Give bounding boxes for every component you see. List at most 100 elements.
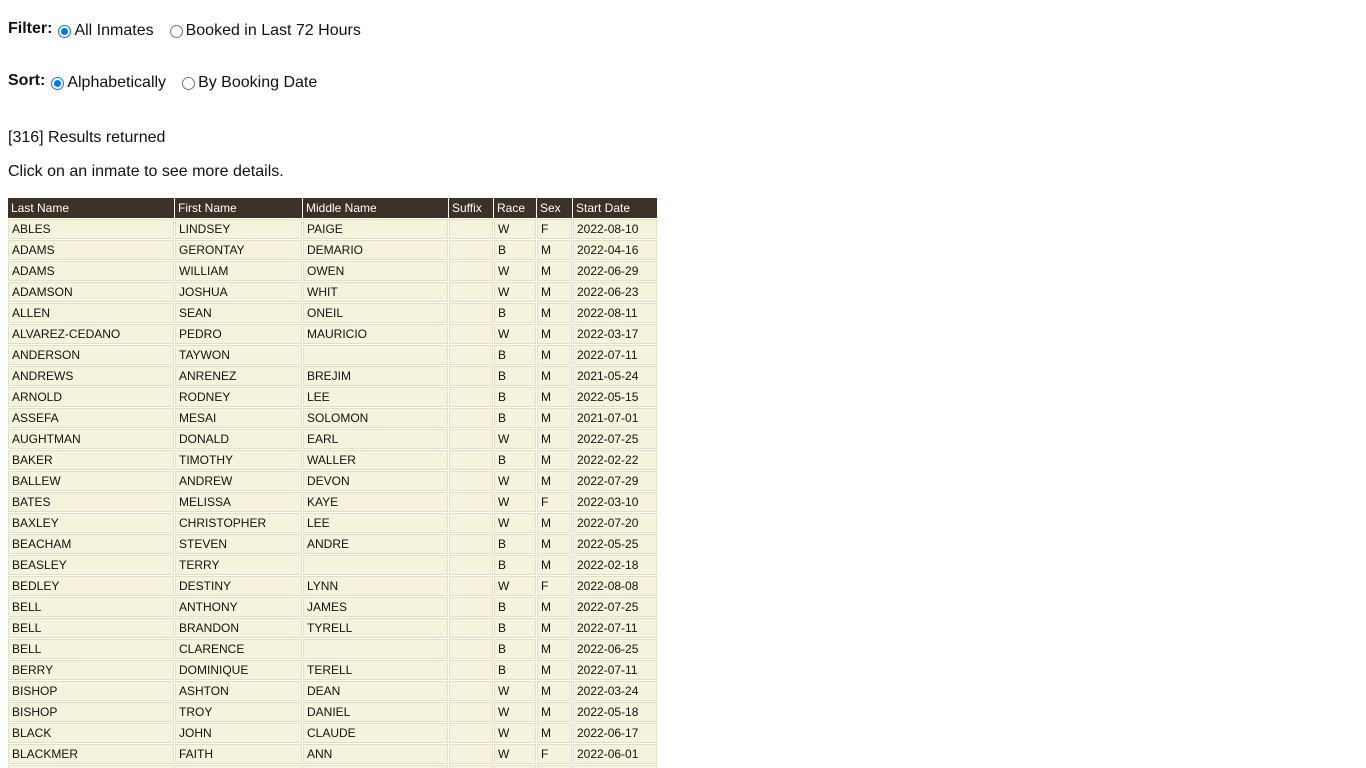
suffix-cell[interactable] bbox=[449, 324, 493, 344]
last-name-cell[interactable]: ADAMS bbox=[8, 261, 174, 281]
sex-cell[interactable]: M bbox=[537, 660, 572, 680]
table-row[interactable]: ANDERSON TAYWON B M 2022-07-11 bbox=[8, 345, 657, 365]
last-name-cell[interactable]: BELL bbox=[8, 618, 174, 638]
middle-name-cell[interactable]: LEE bbox=[303, 513, 448, 533]
race-cell[interactable]: W bbox=[494, 681, 536, 701]
first-name-cell[interactable]: ASHTON bbox=[175, 681, 302, 701]
table-row[interactable]: BISHOP ASHTON DEAN W M 2022-03-24 bbox=[8, 681, 657, 701]
last-name-cell[interactable]: BAKER bbox=[8, 450, 174, 470]
suffix-cell[interactable] bbox=[449, 387, 493, 407]
table-row[interactable]: BERRY DOMINIQUE TERELL B M 2022-07-11 bbox=[8, 660, 657, 680]
race-cell[interactable]: W bbox=[494, 471, 536, 491]
first-name-cell[interactable]: TROY bbox=[175, 702, 302, 722]
first-name-cell[interactable]: TAYWON bbox=[175, 345, 302, 365]
first-name-cell[interactable]: GERONTAY bbox=[175, 240, 302, 260]
table-row[interactable]: AUGHTMAN DONALD EARL W M 2022-07-25 bbox=[8, 429, 657, 449]
suffix-cell[interactable] bbox=[449, 618, 493, 638]
start-date-cell[interactable]: 2021-05-24 bbox=[573, 366, 657, 386]
table-row[interactable]: BELL BRANDON TYRELL B M 2022-07-11 bbox=[8, 618, 657, 638]
first-name-cell[interactable]: PEDRO bbox=[175, 324, 302, 344]
first-name-cell[interactable]: SEAN bbox=[175, 303, 302, 323]
suffix-cell[interactable] bbox=[449, 429, 493, 449]
last-name-cell[interactable]: ALVAREZ-CEDANO bbox=[8, 324, 174, 344]
race-cell[interactable]: W bbox=[494, 492, 536, 512]
table-row[interactable]: BEDLEY DESTINY LYNN W F 2022-08-08 bbox=[8, 576, 657, 596]
table-row[interactable]: ANDREWS ANRENEZ BREJIM B M 2021-05-24 bbox=[8, 366, 657, 386]
middle-name-cell[interactable] bbox=[303, 639, 448, 659]
suffix-cell[interactable] bbox=[449, 345, 493, 365]
table-row[interactable]: BLACK JOHN CLAUDE W M 2022-06-17 bbox=[8, 723, 657, 743]
radio-alphabetically[interactable] bbox=[51, 76, 65, 90]
last-name-cell[interactable]: ANDERSON bbox=[8, 345, 174, 365]
middle-name-cell[interactable]: TERELL bbox=[303, 660, 448, 680]
middle-name-cell[interactable]: OWEN bbox=[303, 261, 448, 281]
column-header-start-date[interactable]: Start Date bbox=[573, 198, 657, 218]
first-name-cell[interactable]: LINDSEY bbox=[175, 219, 302, 239]
middle-name-cell[interactable]: MAURICIO bbox=[303, 324, 448, 344]
first-name-cell[interactable]: ANRENEZ bbox=[175, 366, 302, 386]
sex-cell[interactable]: M bbox=[537, 240, 572, 260]
first-name-cell[interactable]: DONALD bbox=[175, 429, 302, 449]
start-date-cell[interactable]: 2022-05-15 bbox=[573, 387, 657, 407]
sex-cell[interactable]: M bbox=[537, 597, 572, 617]
middle-name-cell[interactable]: SOLOMON bbox=[303, 408, 448, 428]
sex-cell[interactable]: M bbox=[537, 471, 572, 491]
last-name-cell[interactable]: BLACKMER bbox=[8, 744, 174, 764]
table-row[interactable]: BALLEW ANDREW DEVON W M 2022-07-29 bbox=[8, 471, 657, 491]
start-date-cell[interactable]: 2022-06-23 bbox=[573, 282, 657, 302]
start-date-cell[interactable]: 2022-07-20 bbox=[573, 513, 657, 533]
suffix-cell[interactable] bbox=[449, 282, 493, 302]
suffix-cell[interactable] bbox=[449, 303, 493, 323]
suffix-cell[interactable] bbox=[449, 219, 493, 239]
sex-cell[interactable]: M bbox=[537, 366, 572, 386]
sex-cell[interactable]: M bbox=[537, 261, 572, 281]
suffix-cell[interactable] bbox=[449, 660, 493, 680]
first-name-cell[interactable]: ANDREW bbox=[175, 471, 302, 491]
first-name-cell[interactable]: STEVEN bbox=[175, 534, 302, 554]
start-date-cell[interactable]: 2022-08-08 bbox=[573, 576, 657, 596]
start-date-cell[interactable]: 2022-07-29 bbox=[573, 471, 657, 491]
table-row[interactable]: BAXLEY CHRISTOPHER LEE W M 2022-07-20 bbox=[8, 513, 657, 533]
start-date-cell[interactable]: 2022-08-11 bbox=[573, 303, 657, 323]
start-date-cell[interactable]: 2022-03-10 bbox=[573, 492, 657, 512]
middle-name-cell[interactable]: WALLER bbox=[303, 450, 448, 470]
sex-cell[interactable]: M bbox=[537, 324, 572, 344]
suffix-cell[interactable] bbox=[449, 555, 493, 575]
start-date-cell[interactable]: 2022-04-16 bbox=[573, 240, 657, 260]
sex-cell[interactable]: M bbox=[537, 513, 572, 533]
first-name-cell[interactable]: CHRISTOPHER bbox=[175, 513, 302, 533]
start-date-cell[interactable]: 2022-03-24 bbox=[573, 681, 657, 701]
race-cell[interactable]: B bbox=[494, 366, 536, 386]
suffix-cell[interactable] bbox=[449, 534, 493, 554]
first-name-cell[interactable]: BRANDON bbox=[175, 618, 302, 638]
middle-name-cell[interactable]: BREJIM bbox=[303, 366, 448, 386]
sex-cell[interactable]: M bbox=[537, 681, 572, 701]
middle-name-cell[interactable]: KAYE bbox=[303, 492, 448, 512]
suffix-cell[interactable] bbox=[449, 492, 493, 512]
first-name-cell[interactable]: JOSHUA bbox=[175, 282, 302, 302]
start-date-cell[interactable]: 2022-06-29 bbox=[573, 261, 657, 281]
column-header-middle-name[interactable]: Middle Name bbox=[303, 198, 448, 218]
race-cell[interactable]: W bbox=[494, 702, 536, 722]
middle-name-cell[interactable]: DANIEL bbox=[303, 702, 448, 722]
race-cell[interactable]: W bbox=[494, 219, 536, 239]
last-name-cell[interactable]: ASSEFA bbox=[8, 408, 174, 428]
first-name-cell[interactable]: ANTHONY bbox=[175, 597, 302, 617]
table-row[interactable]: ADAMS WILLIAM OWEN W M 2022-06-29 bbox=[8, 261, 657, 281]
race-cell[interactable]: B bbox=[494, 303, 536, 323]
last-name-cell[interactable]: ABLES bbox=[8, 219, 174, 239]
table-row[interactable]: ALVAREZ-CEDANO PEDRO MAURICIO W M 2022-03-17 bbox=[8, 324, 657, 344]
start-date-cell[interactable]: 2022-05-18 bbox=[573, 702, 657, 722]
last-name-cell[interactable]: BEASLEY bbox=[8, 555, 174, 575]
filter-option-all-inmates[interactable]: All Inmates bbox=[56, 22, 154, 40]
race-cell[interactable]: B bbox=[494, 387, 536, 407]
sex-cell[interactable]: M bbox=[537, 723, 572, 743]
last-name-cell[interactable]: BLACK bbox=[8, 723, 174, 743]
first-name-cell[interactable]: MESAI bbox=[175, 408, 302, 428]
last-name-cell[interactable]: ADAMSON bbox=[8, 282, 174, 302]
suffix-cell[interactable] bbox=[449, 702, 493, 722]
table-row[interactable]: ALLEN SEAN ONEIL B M 2022-08-11 bbox=[8, 303, 657, 323]
first-name-cell[interactable]: WILLIAM bbox=[175, 261, 302, 281]
race-cell[interactable]: B bbox=[494, 597, 536, 617]
radio-all-inmates[interactable] bbox=[58, 24, 72, 38]
